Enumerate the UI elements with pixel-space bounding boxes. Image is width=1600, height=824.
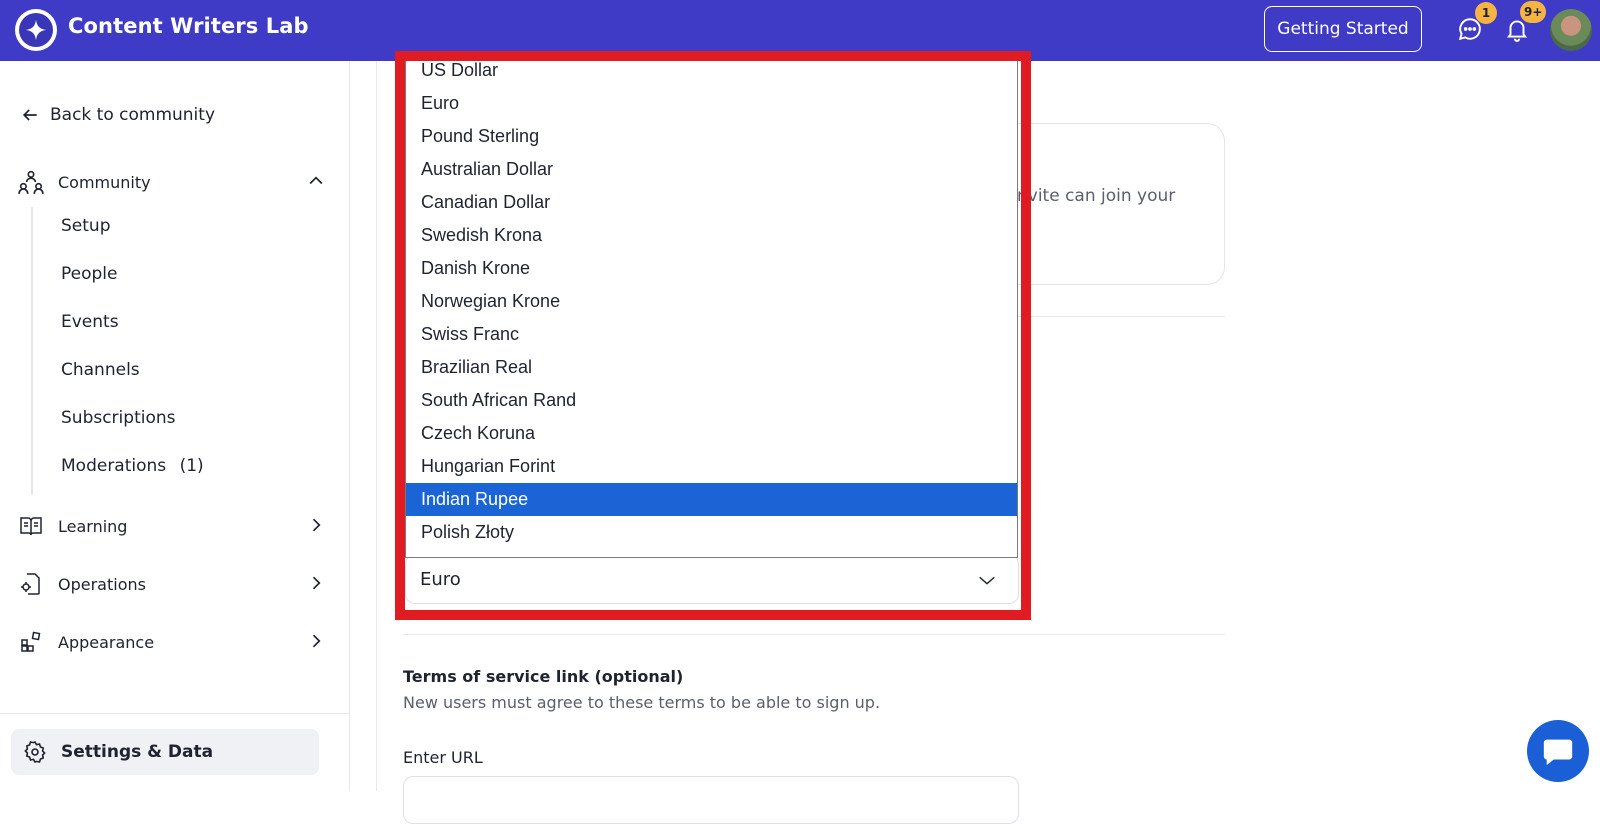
currency-option[interactable]: Hungarian Forint bbox=[406, 450, 1017, 483]
moderations-count: (1) bbox=[179, 456, 204, 476]
sidebar-item-moderations[interactable]: Moderations (1) bbox=[61, 456, 204, 476]
top-bar: Content Writers Lab Getting Started 1 9+ bbox=[0, 0, 1600, 61]
app-logo[interactable] bbox=[15, 9, 57, 51]
section-divider bbox=[403, 634, 1225, 635]
currency-option[interactable]: US Dollar bbox=[406, 60, 1017, 87]
content-panel-border bbox=[376, 61, 377, 791]
currency-select[interactable]: Euro bbox=[405, 554, 1019, 604]
chevron-right-icon bbox=[304, 629, 328, 653]
appearance-label: Appearance bbox=[58, 632, 155, 652]
currency-option[interactable]: South African Rand bbox=[406, 384, 1017, 417]
chevron-down-icon bbox=[976, 569, 998, 596]
sidebar-item-settings-data[interactable]: Settings & Data bbox=[11, 729, 319, 775]
currency-option[interactable]: Danish Krone bbox=[406, 252, 1017, 285]
support-chat-button[interactable] bbox=[1527, 720, 1589, 782]
community-label: Community bbox=[58, 172, 151, 192]
sidebar-item-channels[interactable]: Channels bbox=[61, 360, 140, 380]
operations-label: Operations bbox=[58, 574, 146, 594]
currency-option[interactable]: Czech Koruna bbox=[406, 417, 1017, 450]
document-settings-icon bbox=[18, 571, 44, 597]
url-input[interactable] bbox=[403, 776, 1019, 824]
sidebar: Back to community Community Setup People… bbox=[0, 61, 350, 791]
currency-select-value: Euro bbox=[420, 568, 461, 590]
blocks-icon bbox=[18, 629, 44, 655]
user-avatar[interactable] bbox=[1550, 9, 1592, 51]
currency-option[interactable]: Pound Sterling bbox=[406, 120, 1017, 153]
messages-badge: 1 bbox=[1475, 2, 1497, 24]
sidebar-section-appearance[interactable]: Appearance bbox=[18, 629, 328, 655]
currency-dropdown-list[interactable]: US Dollar Euro Pound Sterling Australian… bbox=[405, 59, 1018, 558]
moderations-label: Moderations bbox=[61, 456, 167, 476]
currency-option[interactable]: Norwegian Krone bbox=[406, 285, 1017, 318]
sidebar-section-community[interactable]: Community bbox=[18, 169, 328, 195]
chat-icon bbox=[1543, 739, 1573, 766]
currency-option-highlighted[interactable]: Indian Rupee bbox=[406, 483, 1017, 516]
sidebar-item-people[interactable]: People bbox=[61, 264, 117, 284]
community-icon bbox=[18, 169, 44, 195]
back-to-community-link[interactable]: Back to community bbox=[20, 105, 215, 125]
terms-of-service-subtitle: New users must agree to these terms to b… bbox=[403, 693, 881, 712]
learning-label: Learning bbox=[58, 516, 128, 536]
sparkle-icon bbox=[19, 13, 53, 47]
back-to-community-label: Back to community bbox=[50, 105, 216, 125]
settings-data-label: Settings & Data bbox=[61, 742, 214, 762]
currency-option[interactable]: Canadian Dollar bbox=[406, 186, 1017, 219]
chevron-right-icon bbox=[304, 571, 328, 595]
chevron-up-icon bbox=[304, 169, 328, 193]
getting-started-button[interactable]: Getting Started bbox=[1264, 6, 1422, 52]
currency-option[interactable]: Swedish Krona bbox=[406, 219, 1017, 252]
submenu-guide-line bbox=[31, 207, 33, 495]
sidebar-item-events[interactable]: Events bbox=[61, 312, 119, 332]
notifications-badge: 9+ bbox=[1520, 1, 1547, 23]
sidebar-item-subscriptions[interactable]: Subscriptions bbox=[61, 408, 175, 428]
arrow-left-icon bbox=[22, 109, 37, 121]
sidebar-section-learning[interactable]: Learning bbox=[18, 513, 328, 539]
currency-option[interactable]: Brazilian Real bbox=[406, 351, 1017, 384]
sidebar-divider bbox=[0, 713, 350, 714]
sidebar-section-operations[interactable]: Operations bbox=[18, 571, 328, 597]
card-description: nvite can join your bbox=[1017, 186, 1176, 206]
enter-url-label: Enter URL bbox=[403, 748, 483, 767]
currency-option[interactable]: Australian Dollar bbox=[406, 153, 1017, 186]
currency-option[interactable]: Swiss Franc bbox=[406, 318, 1017, 351]
currency-option[interactable]: Polish Złoty bbox=[406, 516, 1017, 549]
currency-option[interactable]: Euro bbox=[406, 87, 1017, 120]
book-icon bbox=[18, 513, 44, 539]
sidebar-item-setup[interactable]: Setup bbox=[61, 216, 110, 236]
gear-icon bbox=[24, 740, 46, 764]
chevron-right-icon bbox=[304, 513, 328, 537]
app-title[interactable]: Content Writers Lab bbox=[68, 14, 309, 38]
terms-of-service-title: Terms of service link (optional) bbox=[403, 667, 684, 686]
